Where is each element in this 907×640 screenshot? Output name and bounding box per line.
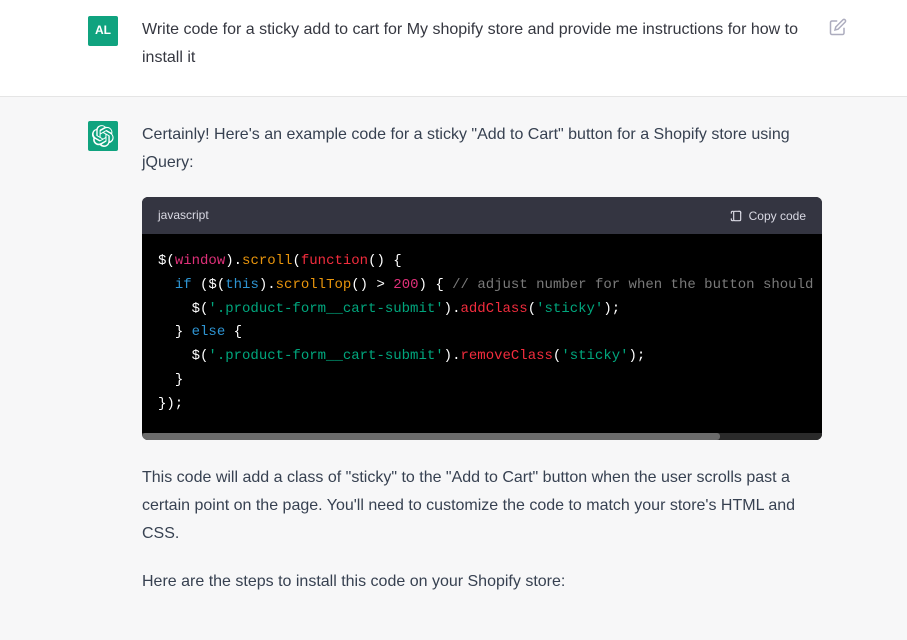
code-content[interactable]: $(window).scroll(function() { if ($(this…	[142, 234, 822, 433]
code-language-label: javascript	[158, 205, 209, 226]
code-scrollbar[interactable]	[142, 433, 822, 440]
assistant-intro: Certainly! Here's an example code for a …	[142, 121, 822, 177]
assistant-message: Certainly! Here's an example code for a …	[0, 97, 907, 640]
code-block: javascript Copy code $(window).scroll(fu…	[142, 197, 822, 440]
assistant-avatar	[88, 121, 118, 151]
user-text: Write code for a sticky add to cart for …	[142, 16, 822, 72]
user-avatar-text: AL	[95, 21, 111, 40]
user-message-content: Write code for a sticky add to cart for …	[142, 16, 822, 72]
copy-code-label: Copy code	[749, 209, 806, 223]
chat-container: AL Write code for a sticky add to cart f…	[0, 0, 907, 640]
clipboard-icon	[729, 209, 743, 223]
user-avatar: AL	[88, 16, 118, 46]
code-header: javascript Copy code	[142, 197, 822, 234]
assistant-steps-intro: Here are the steps to install this code …	[142, 568, 822, 596]
edit-icon[interactable]	[829, 18, 847, 45]
user-message: AL Write code for a sticky add to cart f…	[0, 0, 907, 97]
copy-code-button[interactable]: Copy code	[729, 209, 806, 223]
assistant-explanation: This code will add a class of "sticky" t…	[142, 464, 822, 548]
code-scrollbar-thumb[interactable]	[142, 433, 720, 440]
assistant-message-content: Certainly! Here's an example code for a …	[142, 121, 822, 616]
